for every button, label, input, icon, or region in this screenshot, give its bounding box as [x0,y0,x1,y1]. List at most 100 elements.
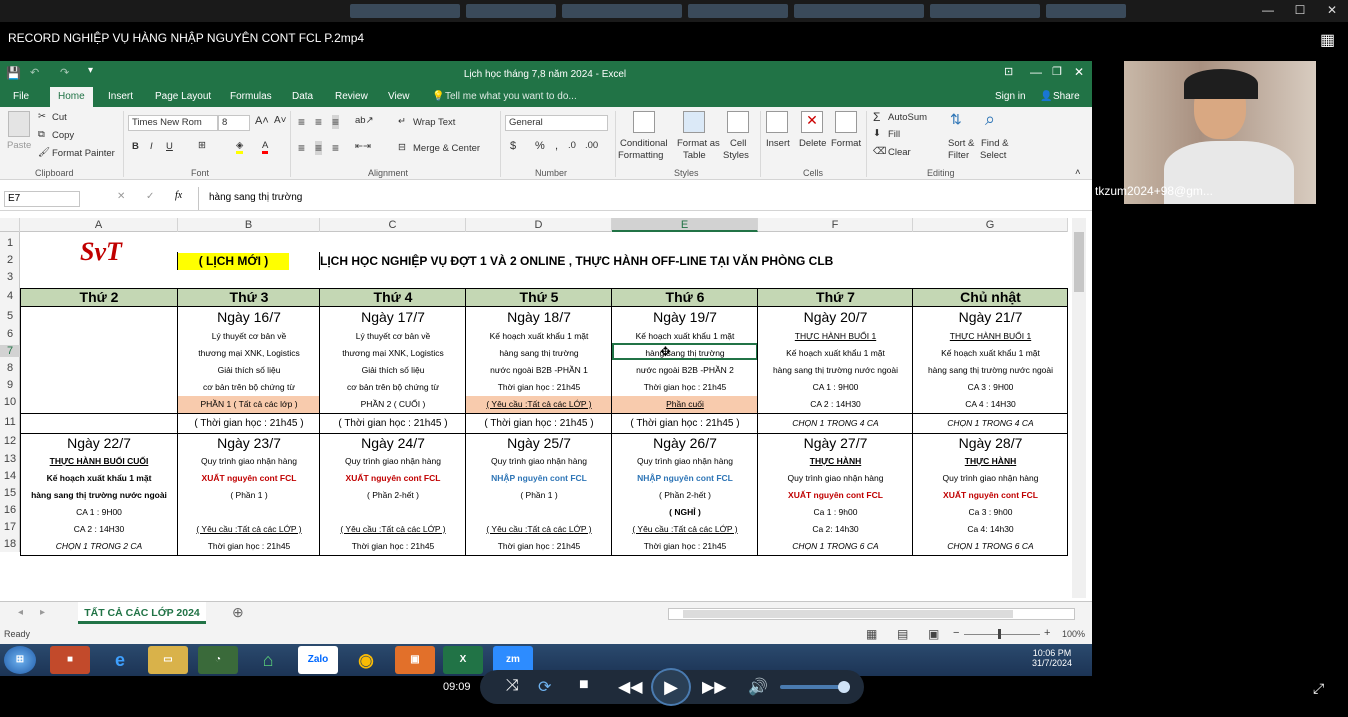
schedule-cell[interactable]: ( Phần 1 ) [178,487,320,504]
format-cells-icon[interactable] [835,111,857,133]
excel-taskbar-icon[interactable]: X [443,646,483,674]
schedule-cell[interactable]: Ca 1 : 9h00 [758,504,913,521]
insert-cells-icon[interactable] [766,111,788,133]
date-cell[interactable]: Ngày 20/7 [758,308,913,326]
date-cell[interactable]: Ngày 28/7 [913,433,1068,453]
horizontal-scrollbar[interactable] [668,608,1075,620]
day-header[interactable]: Chủ nhật [913,288,1068,306]
schedule-cell[interactable]: XUẤT nguyên cont FCL [320,470,466,487]
align-bottom-icon[interactable]: ≡ [332,115,340,129]
schedule-cell[interactable]: Ca 3 : 9h00 [913,504,1068,521]
grow-font-icon[interactable]: A˄ [255,115,269,127]
format-painter-icon[interactable]: 🖌 [38,147,50,158]
schedule-cell[interactable]: ( Yêu cầu :Tất cả các LỚP ) [178,521,320,538]
row-header[interactable]: 6 [0,328,20,340]
merge-icon[interactable]: ⊟ [398,142,406,153]
align-left-icon[interactable]: ≡ [298,141,305,155]
align-right-icon[interactable]: ≡ [332,141,339,155]
next-sheet-icon[interactable]: ▸ [40,607,45,618]
system-clock[interactable]: 10:06 PM 31/7/2024 [1032,648,1072,668]
save-icon[interactable]: 💾 [6,66,21,80]
tab-insert[interactable]: Insert [108,87,133,107]
conditional-formatting-icon[interactable] [633,111,655,133]
worksheet-grid[interactable]: SvT ( LỊCH MỚI ) LỊCH HỌC NGHIỆP VỤ ĐỢT … [20,232,1068,572]
enter-formula-icon[interactable]: ✓ [146,191,154,202]
normal-view-icon[interactable]: ▦ [866,627,877,641]
minimize-icon[interactable]: — [1030,65,1042,79]
percent-icon[interactable]: % [535,140,545,152]
vertical-scrollbar[interactable] [1072,218,1086,598]
schedule-cell[interactable]: CA 1 : 9H00 [20,504,178,521]
page-break-view-icon[interactable]: ▣ [928,627,939,641]
footer-cell[interactable]: CHỌN 1 TRONG 4 CA [758,414,913,433]
schedule-cell[interactable]: Thời gian học : 21h45 [612,379,758,396]
align-middle-icon[interactable]: ≡ [315,115,322,129]
row-header[interactable]: 12 [0,435,20,447]
zoom-slider-thumb[interactable] [998,629,1001,639]
font-name-select[interactable]: Times New Rom [128,115,218,131]
column-header-c[interactable]: C [320,218,466,232]
delete-cells-icon[interactable]: ✕ [801,111,823,133]
schedule-cell[interactable]: ( Yêu cầu :Tất cả các LỚP ) [466,521,612,538]
shrink-font-icon[interactable]: A˅ [274,115,287,126]
cell-label[interactable]: Cell [730,138,746,149]
footer-cell[interactable] [20,414,178,433]
footer-cell[interactable]: Thời gian học : 21h45 [320,538,466,555]
tab-home[interactable]: Home [50,87,93,107]
date-cell[interactable]: Ngày 27/7 [758,433,913,453]
date-cell[interactable] [20,308,178,326]
schedule-cell[interactable]: Quy trình giao nhận hàng [913,470,1068,487]
row-header[interactable]: 13 [0,453,20,465]
row-header[interactable]: 17 [0,521,20,533]
ribbon-display-icon[interactable]: ⊡ [1004,65,1013,78]
schedule-cell[interactable]: THỰC HÀNH [913,453,1068,470]
ie-icon[interactable]: e [100,646,140,674]
bold-icon[interactable]: B [132,141,139,152]
decrease-decimal-icon[interactable]: .00 [585,140,598,151]
close-icon[interactable]: ✕ [1074,65,1084,79]
styles-label[interactable]: Styles [723,150,749,161]
row-header[interactable]: 3 [0,271,20,283]
schedule-cell[interactable]: PHẦN 2 ( CUỐI ) [320,396,466,413]
insert-function-icon[interactable]: fx [175,190,182,201]
row-header[interactable]: 2 [0,254,20,266]
date-cell[interactable]: Ngày 17/7 [320,308,466,326]
format-as-label[interactable]: Format as [677,138,720,149]
schedule-cell[interactable]: ( NGHỈ ) [612,504,758,521]
app-icon[interactable]: ■ [50,646,90,674]
repeat-icon[interactable]: ⟳ [538,677,551,697]
schedule-cell[interactable]: Kế hoạch xuất khẩu 1 mặt [20,470,178,487]
schedule-cell[interactable]: THỰC HÀNH BUỔI 1 [758,328,913,345]
next-icon[interactable]: ▶▶ [702,677,727,697]
prev-sheet-icon[interactable]: ◂ [18,607,23,618]
close-icon[interactable]: ✕ [1316,0,1348,22]
schedule-cell[interactable]: nước ngoài B2B -PHẦN 1 [466,362,612,379]
fullscreen-icon[interactable]: ⤢ [1313,680,1324,697]
find-label[interactable]: Find & [981,138,1008,149]
underline-icon[interactable]: U [166,141,173,152]
schedule-cell[interactable]: XUẤT nguyên cont FCL [913,487,1068,504]
number-format-select[interactable]: General [505,115,608,131]
undo-icon[interactable]: ↶ [30,66,39,79]
schedule-cell[interactable]: Ca 2: 14h30 [758,521,913,538]
delete-button[interactable]: Delete [799,138,826,149]
tab-view[interactable]: View [388,87,410,107]
schedule-cell[interactable] [20,362,178,379]
schedule-cell[interactable]: THỰC HÀNH BUỔI 1 [913,328,1068,345]
schedule-cell[interactable]: Ca 4: 14h30 [913,521,1068,538]
orientation-icon[interactable]: ab↗ [355,115,374,126]
tab-file[interactable]: File [13,87,29,107]
schedule-cell[interactable]: Quy trình giao nhận hàng [758,470,913,487]
schedule-cell[interactable]: Quy trình giao nhận hàng [466,453,612,470]
schedule-cell[interactable]: nước ngoài B2B -PHẦN 2 [612,362,758,379]
format-painter-button[interactable]: Format Painter [52,148,115,159]
shuffle-icon[interactable]: ⤨ [506,677,519,695]
merge-center-button[interactable]: Merge & Center [413,143,480,154]
schedule-cell[interactable]: Giải thích số liệu [320,362,466,379]
cut-icon[interactable]: ✂ [38,111,46,122]
row-header[interactable]: 8 [0,362,20,374]
footer-cell[interactable]: ( Thời gian học : 21h45 ) [466,414,612,433]
sign-in-link[interactable]: Sign in [995,87,1026,107]
schedule-cell[interactable]: Quy trình giao nhận hàng [612,453,758,470]
schedule-cell[interactable] [20,345,178,362]
